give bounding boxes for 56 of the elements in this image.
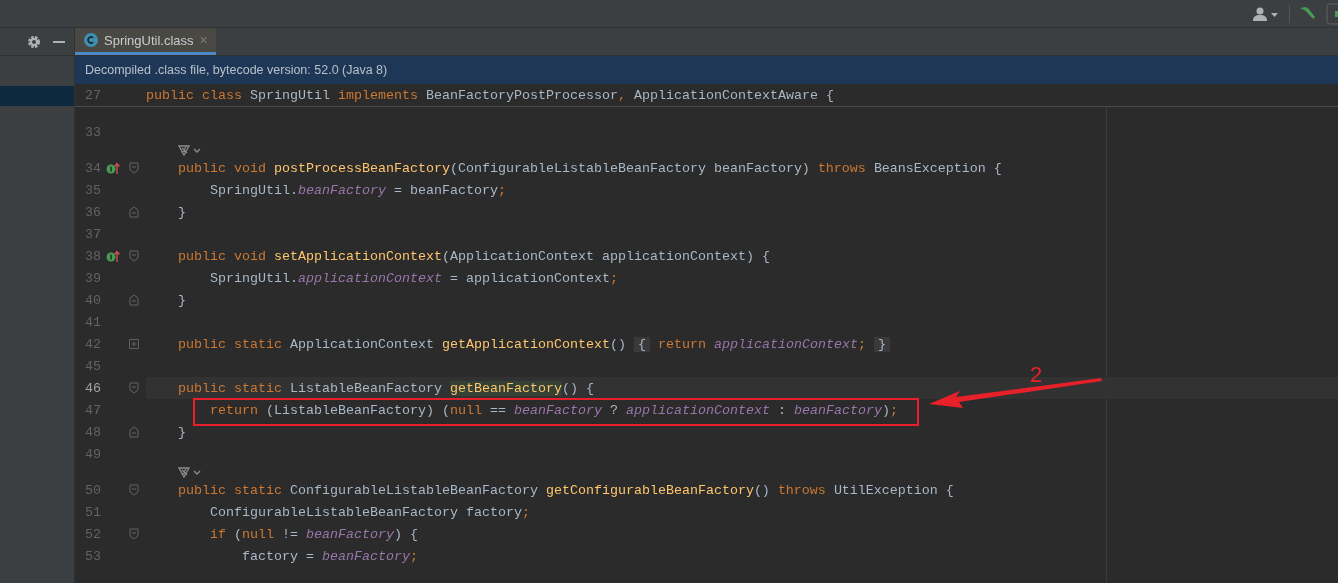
line-number: 42 bbox=[84, 336, 101, 352]
code-line: return (ListableBeanFactory) (null == beanFactory ? applicationContext : beanFactory); bbox=[209, 402, 898, 418]
code-line: } bbox=[177, 424, 186, 440]
line-number: 49 bbox=[84, 446, 101, 462]
fold-icon[interactable] bbox=[129, 206, 139, 218]
line-number: 51 bbox=[84, 504, 101, 520]
fold-icon[interactable] bbox=[129, 528, 139, 540]
line-number: 39 bbox=[84, 270, 101, 286]
settings-icon[interactable] bbox=[27, 34, 41, 49]
line-number: 53 bbox=[84, 548, 101, 564]
line-number: 37 bbox=[84, 226, 101, 242]
code-line: public class SpringUtil implements BeanFactoryPostProcessor, ApplicationContextAware { bbox=[146, 87, 834, 103]
line-number: 33 bbox=[84, 124, 101, 140]
line-number: 38 bbox=[84, 248, 101, 264]
minimize-icon[interactable] bbox=[53, 40, 65, 43]
line-number: 46 bbox=[84, 380, 101, 396]
code-line: SpringUtil.beanFactory = beanFactory; bbox=[209, 182, 506, 198]
toolbar-button-icon[interactable] bbox=[1326, 2, 1338, 25]
code-line: } bbox=[177, 204, 186, 220]
line-number: 35 bbox=[84, 182, 101, 198]
user-icon[interactable] bbox=[1253, 6, 1279, 21]
line-number: 48 bbox=[84, 424, 101, 440]
fold-icon[interactable] bbox=[129, 250, 139, 262]
fold-icon[interactable] bbox=[129, 294, 139, 306]
override-marker-icon[interactable] bbox=[105, 161, 121, 175]
line-number: 47 bbox=[84, 402, 101, 418]
code-line: public static ListableBeanFactory getBeanFactory() { bbox=[177, 380, 594, 396]
banner-text: Decompiled .class file, bytecode version: 52.0 (Java 8) bbox=[85, 63, 388, 77]
class-file-icon bbox=[84, 33, 98, 47]
override-marker-icon[interactable] bbox=[105, 249, 121, 263]
hint-icon[interactable] bbox=[178, 466, 202, 478]
code-line: if (null != beanFactory) { bbox=[209, 526, 418, 542]
line-number: 40 bbox=[84, 292, 101, 308]
line-number: 50 bbox=[84, 482, 101, 498]
hint-icon[interactable] bbox=[178, 144, 202, 156]
code-line: SpringUtil.applicationContext = applicationContext; bbox=[209, 270, 618, 286]
line-number: 34 bbox=[84, 160, 101, 176]
line-number: 45 bbox=[84, 358, 101, 374]
line-number: 27 bbox=[84, 87, 101, 103]
fold-icon[interactable] bbox=[129, 382, 139, 394]
editor-tab[interactable]: SpringUtil.class × bbox=[75, 28, 216, 55]
expand-icon[interactable] bbox=[129, 339, 139, 349]
annotation-label: 2 bbox=[1030, 363, 1043, 387]
line-number: 41 bbox=[84, 314, 101, 330]
code-line: } bbox=[177, 292, 186, 308]
code-line: ConfigurableListableBeanFactory factory; bbox=[209, 504, 530, 520]
code-line: public static ApplicationContext getApplicationContext() { return applicationContext; } bbox=[146, 336, 890, 352]
line-number: 36 bbox=[84, 204, 101, 220]
line-number: 52 bbox=[84, 526, 101, 542]
code-line: public void postProcessBeanFactory(ConfigurableListableBeanFactory beanFactory) throws BeansException { bbox=[177, 160, 1002, 176]
fold-icon[interactable] bbox=[129, 484, 139, 496]
fold-icon[interactable] bbox=[129, 426, 139, 438]
code-line: public static ConfigurableListableBeanFactory getConfigurableBeanFactory() throws UtilException { bbox=[177, 482, 954, 498]
code-line: factory = beanFactory; bbox=[240, 548, 418, 564]
code-line: public void setApplicationContext(ApplicationContext applicationContext) { bbox=[177, 248, 770, 264]
fold-icon[interactable] bbox=[129, 162, 139, 174]
